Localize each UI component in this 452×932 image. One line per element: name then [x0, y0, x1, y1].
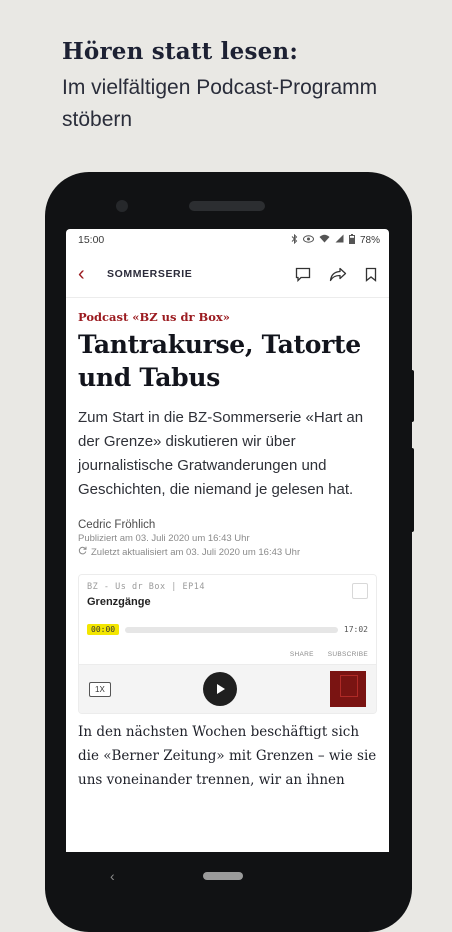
nav-home-button[interactable]	[202, 872, 243, 880]
speaker-grille	[189, 201, 265, 211]
article-author[interactable]: Cedric Fröhlich	[78, 519, 377, 531]
player-header: BZ - Us dr Box | EP14 Grenzgänge 00:00 1…	[79, 575, 376, 664]
total-time: 17:02	[343, 625, 368, 634]
article: Podcast «BZ us dr Box» Tantrakurse, Tato…	[66, 298, 389, 792]
player-controls: 1X	[79, 664, 376, 713]
article-kicker: Podcast «BZ us dr Box»	[78, 310, 230, 324]
promo-subtitle: Im vielfältigen Podcast-Programm stöbern	[62, 76, 378, 131]
status-bar: 15:00 78%	[66, 229, 389, 251]
refresh-icon	[78, 546, 87, 558]
podcast-cover	[329, 671, 366, 707]
article-body: In den nächsten Wochen beschäftigt sich …	[78, 724, 377, 788]
podcast-player: BZ - Us dr Box | EP14 Grenzgänge 00:00 1…	[78, 574, 377, 714]
progress-row: 00:00 17:02	[87, 624, 368, 635]
battery-percent: 78%	[359, 234, 380, 246]
appbar-actions	[295, 267, 377, 282]
episode-label: BZ - Us dr Box | EP14	[87, 582, 205, 592]
podcast-logo-icon	[352, 583, 368, 599]
published-date: Publiziert am 03. Juli 2020 um 16:43 Uhr	[78, 533, 250, 544]
signal-icon	[335, 234, 344, 246]
play-icon	[217, 684, 226, 694]
back-button[interactable]: ‹	[78, 264, 98, 284]
current-time: 00:00	[87, 624, 120, 635]
share-icon[interactable]	[329, 267, 347, 282]
article-headline: Tantrakurse, Tatorte und Tabus	[78, 330, 361, 392]
battery-icon	[348, 233, 355, 247]
cover-box-icon	[339, 675, 358, 697]
nav-back-button[interactable]: ‹	[110, 868, 115, 884]
comment-icon[interactable]	[295, 267, 311, 282]
status-icons: 78%	[291, 233, 380, 247]
article-lead: Zum Start in die BZ-Sommerserie «Hart an…	[78, 409, 364, 498]
section-title: SOMMERSERIE	[107, 268, 193, 280]
phone-screen: 15:00 78% ‹ SOMMERSERIE Podcast «BZ us d…	[66, 229, 389, 852]
camera-icon	[116, 200, 128, 212]
phone-volume-button	[410, 448, 414, 532]
status-time: 15:00	[78, 234, 105, 246]
play-button[interactable]	[203, 672, 238, 706]
share-link[interactable]: SHARE	[290, 651, 314, 658]
playback-speed-button[interactable]: 1X	[89, 681, 111, 697]
phone-power-button	[410, 370, 414, 422]
eye-icon	[302, 234, 314, 246]
wifi-icon	[319, 234, 330, 246]
app-bar: ‹ SOMMERSERIE	[66, 251, 389, 298]
promo-title: Hören statt lesen:	[62, 38, 299, 65]
episode-title: Grenzgänge	[87, 596, 151, 608]
updated-date: Zuletzt aktualisiert am 03. Juli 2020 um…	[91, 546, 301, 558]
bookmark-icon[interactable]	[365, 267, 377, 282]
bluetooth-icon	[291, 233, 298, 247]
subscribe-link[interactable]: SUBSCRIBE	[328, 651, 368, 658]
updated-row: Zuletzt aktualisiert am 03. Juli 2020 um…	[78, 546, 377, 558]
progress-slider[interactable]	[125, 626, 338, 633]
player-links: SHARE SUBSCRIBE	[87, 651, 368, 658]
system-nav-bar: ‹	[66, 852, 389, 900]
